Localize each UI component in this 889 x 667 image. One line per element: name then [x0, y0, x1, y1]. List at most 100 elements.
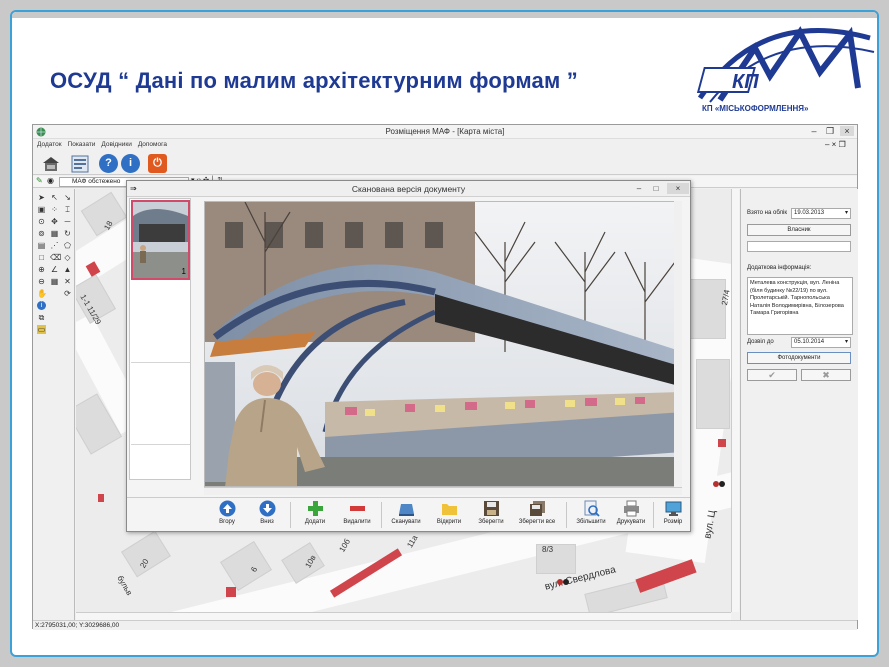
table-icon[interactable]: ▦ [50, 277, 59, 286]
grid-icon[interactable]: ▦ [50, 229, 59, 238]
save-button-label: Зберегти [478, 519, 504, 525]
dialog-title: Сканована версія документу [351, 184, 466, 194]
up-button[interactable]: Вгору [205, 500, 249, 530]
photo-documents-button[interactable]: Фотодокументи [747, 352, 851, 364]
map-maf-marker[interactable] [635, 559, 697, 593]
zoom-out-icon[interactable]: ⊖ [37, 277, 46, 286]
confirm-button[interactable]: ✔ [747, 369, 797, 381]
menu-bar: Додаток Показати Довідники Допомога – × … [33, 139, 857, 151]
cross-tool-icon[interactable]: ✕ [63, 277, 72, 286]
cancel-button[interactable]: ✖ [801, 369, 851, 381]
map-label: 8/3 [542, 545, 554, 554]
map-pin-icon[interactable] [556, 577, 570, 587]
map-building [686, 279, 726, 339]
measure-icon[interactable]: ∠ [50, 265, 59, 274]
eraser-icon[interactable]: ⌫ [50, 253, 61, 262]
window-titlebar: Розміщення МАФ - [Карта міста] – ❐ × [33, 125, 857, 139]
scanned-document-dialog: ⇒ Сканована версія документу – □ × 1 Вго… [126, 180, 691, 532]
thumbnail-slot[interactable] [131, 283, 190, 363]
pick-icon[interactable]: ⊚ [37, 229, 46, 238]
page-thumbnails: 1 [129, 198, 191, 480]
additional-info-text[interactable]: Металева конструкція, вул. Леніна (біля … [747, 277, 853, 335]
print-button[interactable]: Друкувати [609, 500, 653, 530]
scan-button-label: Сканувати [391, 519, 421, 525]
down-button[interactable]: Вниз [245, 500, 289, 530]
owner-button[interactable]: Власник [747, 224, 851, 236]
doc-icon[interactable]: ▤ [37, 241, 46, 250]
permit-until-date[interactable]: 05.10.2014 ▾ [791, 337, 851, 348]
map-pin-icon[interactable] [712, 479, 726, 489]
open-button[interactable]: Відкрити [427, 500, 471, 530]
add-button[interactable]: Додати [293, 500, 337, 530]
restore-button[interactable]: ❐ [823, 126, 837, 137]
node-icon[interactable]: ⁘ [50, 205, 59, 214]
power-icon[interactable]: ⏻ [148, 154, 167, 173]
ruler-icon[interactable]: ▭ [37, 325, 46, 334]
map-maf-marker[interactable] [98, 494, 104, 502]
triangle-icon[interactable]: ▲ [63, 265, 72, 274]
menu-item-show[interactable]: Показати [68, 141, 96, 148]
thumbnail-slot[interactable] [131, 365, 190, 445]
taken-on-record-date[interactable]: 19.03.2013 ▾ [791, 208, 851, 219]
document-list-icon[interactable] [70, 154, 90, 174]
main-toolbar: ? i ⏻ [33, 151, 857, 175]
map-maf-marker[interactable] [226, 587, 236, 597]
mdi-controls[interactable]: – × ❐ [825, 140, 846, 149]
point-icon[interactable]: ⊙ [37, 217, 46, 226]
logo-caption: КП «МІСЬКОФОРМЛЕННЯ» [702, 104, 809, 113]
dialog-minimize-button[interactable]: – [631, 183, 647, 194]
menu-item-help[interactable]: Допомога [138, 141, 167, 148]
menu-item-dictionaries[interactable]: Довідники [101, 141, 131, 148]
delete-button[interactable]: Видалити [335, 500, 379, 530]
select-multi-icon[interactable]: ↘ [63, 193, 72, 202]
cross-icon: ✖ [822, 370, 830, 380]
toolbar-separator [381, 502, 382, 528]
save-all-button[interactable]: Зберегти все [511, 500, 563, 530]
dialog-close-button[interactable]: × [667, 183, 689, 194]
viewer-vertical-scrollbar[interactable] [674, 201, 682, 487]
diamond-icon[interactable]: ◇ [63, 253, 72, 262]
close-button[interactable]: × [840, 126, 854, 136]
split-icon[interactable]: ⌶ [63, 205, 72, 214]
info-icon[interactable]: i [121, 154, 140, 173]
line-icon[interactable]: ─ [63, 217, 72, 226]
map-building [696, 359, 730, 429]
info-tool-icon[interactable]: i [37, 301, 46, 310]
kiosk-icon[interactable] [41, 155, 61, 173]
map-maf-marker[interactable] [718, 439, 726, 447]
move-icon[interactable]: ✥ [50, 217, 59, 226]
document-viewer[interactable] [204, 201, 682, 487]
save-button[interactable]: Зберегти [469, 500, 513, 530]
layers-icon[interactable]: ⧉ [37, 313, 46, 322]
minus-icon [349, 506, 365, 511]
thumbnail-page-1[interactable]: 1 [131, 200, 190, 280]
vertex-icon[interactable]: ⋰ [50, 241, 59, 250]
zoom-button[interactable]: Збільшити [569, 500, 613, 530]
scan-button[interactable]: Сканувати [384, 500, 428, 530]
additional-info-label: Додаткова інформація: [747, 265, 812, 271]
chevron-down-icon: ▾ [844, 339, 848, 345]
permit-until-label: Дозвіл до [747, 339, 774, 345]
square-icon[interactable]: □ [37, 253, 46, 262]
menu-item-app[interactable]: Додаток [37, 141, 62, 148]
rect-select-icon[interactable]: ▣ [37, 205, 46, 214]
map-horizontal-scrollbar[interactable] [76, 612, 731, 620]
map-vertical-scrollbar[interactable] [731, 189, 739, 612]
polygon-icon[interactable]: ⬠ [63, 241, 72, 250]
owner-field[interactable] [747, 241, 851, 252]
select-arrow-icon[interactable]: ➤ [37, 193, 46, 202]
viewer-horizontal-scrollbar[interactable] [204, 487, 682, 495]
dialog-maximize-button[interactable]: □ [648, 183, 664, 194]
help-icon[interactable]: ? [99, 154, 118, 173]
save-all-button-label: Зберегти все [518, 519, 556, 525]
size-button[interactable]: Розмір [651, 500, 695, 530]
rotate-icon[interactable]: ↻ [63, 229, 72, 238]
minimize-button[interactable]: – [807, 126, 821, 136]
pencil-icon[interactable]: ✎ [36, 176, 43, 185]
hand-pan-icon[interactable]: ✋ [37, 289, 47, 298]
eye-icon[interactable]: ◉ [47, 176, 54, 185]
refresh-icon[interactable]: ⟳ [63, 289, 72, 298]
scanner-icon [398, 504, 414, 516]
select-alt-icon[interactable]: ↖ [50, 193, 59, 202]
zoom-in-icon[interactable]: ⊕ [37, 265, 46, 274]
